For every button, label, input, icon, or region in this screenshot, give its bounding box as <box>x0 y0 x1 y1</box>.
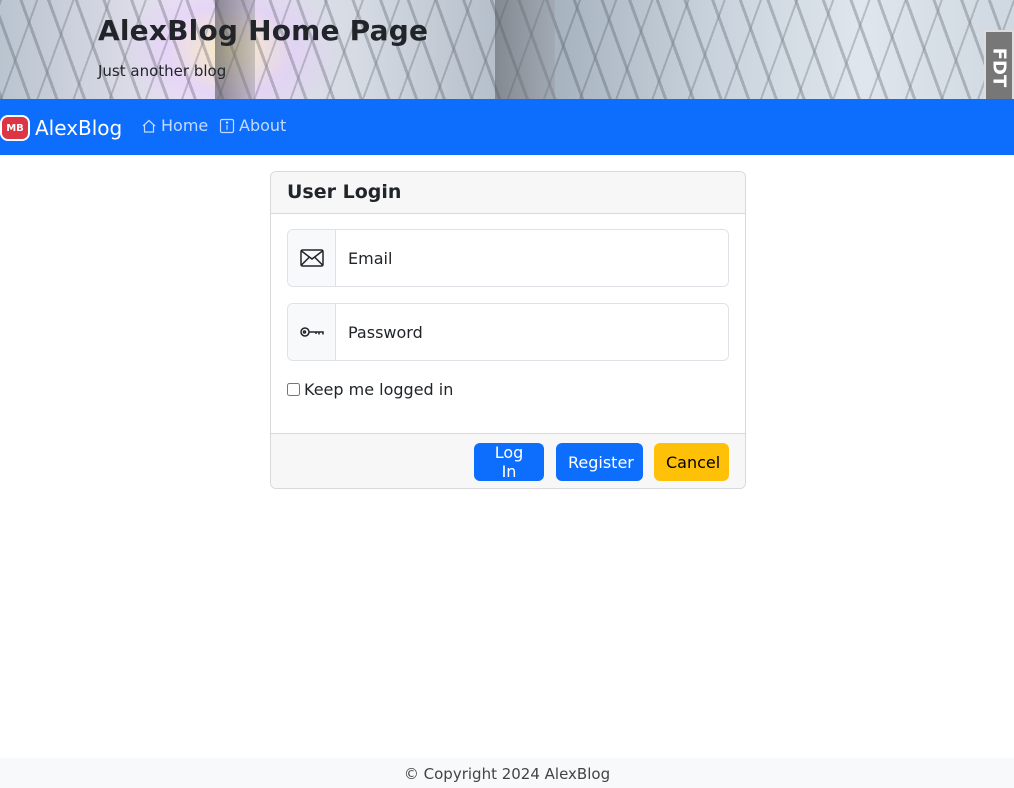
cancel-button[interactable]: Cancel <box>654 443 729 481</box>
login-card-header: User Login <box>271 172 745 214</box>
email-field[interactable] <box>336 230 728 286</box>
fdt-badge[interactable]: FDT <box>984 30 1014 99</box>
navbar: MB AlexBlog Home About <box>0 99 1014 155</box>
brand-name: AlexBlog <box>35 116 123 140</box>
password-field[interactable] <box>336 304 728 360</box>
register-button[interactable]: Register <box>556 443 643 481</box>
login-button[interactable]: Log In <box>474 443 544 481</box>
remember-me-label: Keep me logged in <box>304 380 454 399</box>
site-subtitle: Just another blog <box>98 62 227 80</box>
info-square-icon <box>219 118 235 133</box>
header-banner: AlexBlog Home Page Just another blog FDT <box>0 0 1014 99</box>
nav-link-home-label: Home <box>161 116 209 135</box>
page-footer: © Copyright 2024 AlexBlog <box>0 758 1014 788</box>
remember-me-checkbox[interactable] <box>287 383 300 396</box>
nav-link-about-label: About <box>239 116 287 135</box>
nav-link-home[interactable]: Home <box>141 116 208 135</box>
house-icon <box>142 119 156 133</box>
fdt-badge-label: FDT <box>988 47 1010 87</box>
password-input-group <box>287 303 729 361</box>
brand-logo: MB <box>0 115 30 141</box>
navbar-brand[interactable]: MB AlexBlog <box>0 113 122 143</box>
login-card: User Login Keep me logged in Log In Regi… <box>270 171 746 489</box>
nav-link-about[interactable]: About <box>219 116 286 135</box>
copyright-text: © Copyright 2024 AlexBlog <box>403 765 611 783</box>
login-card-footer: Log In Register Cancel <box>271 433 745 488</box>
remember-me[interactable]: Keep me logged in <box>287 380 453 399</box>
email-input-group <box>287 229 729 287</box>
login-card-title: User Login <box>287 181 402 203</box>
banner-tower-right <box>495 0 555 99</box>
site-title: AlexBlog Home Page <box>98 14 429 47</box>
key-icon <box>288 304 336 360</box>
envelope-icon <box>288 230 336 286</box>
